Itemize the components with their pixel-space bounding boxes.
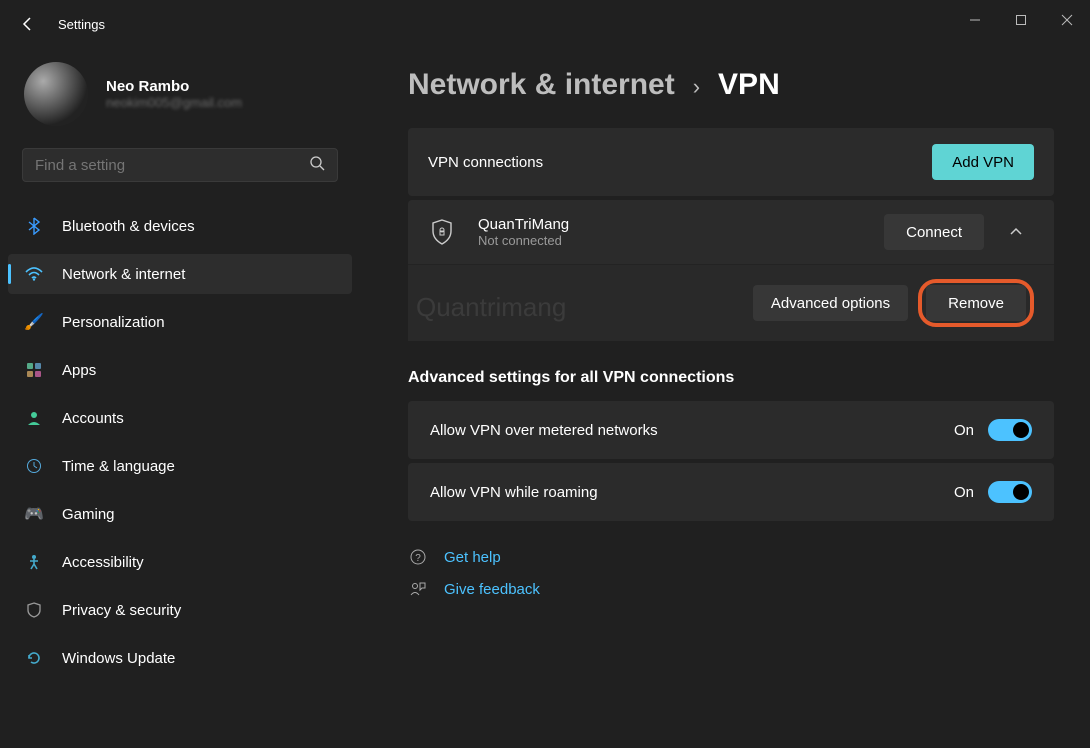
vpn-connections-label: VPN connections [428, 154, 543, 171]
toggle-vpn-roaming: Allow VPN while roaming On [408, 463, 1054, 521]
window-controls [952, 0, 1090, 40]
shield-icon [24, 600, 44, 620]
sidebar-item-update[interactable]: Windows Update [8, 638, 352, 678]
vpn-connections-card: VPN connections Add VPN [408, 128, 1054, 196]
breadcrumb-current: VPN [718, 68, 780, 102]
search-box[interactable] [22, 148, 338, 182]
remove-highlight: Remove [918, 279, 1034, 327]
sidebar-item-label: Apps [62, 362, 96, 379]
connection-status: Not connected [478, 233, 569, 248]
update-icon [24, 648, 44, 668]
sidebar-item-accounts[interactable]: Accounts [8, 398, 352, 438]
vpn-connection-item: QuanTriMang Not connected Connect Quantr… [408, 200, 1054, 341]
help-icon: ? [408, 547, 428, 567]
sidebar-item-bluetooth[interactable]: Bluetooth & devices [8, 206, 352, 246]
sidebar-item-label: Bluetooth & devices [62, 218, 195, 235]
toggle-state: On [954, 422, 974, 439]
user-name: Neo Rambo [106, 78, 242, 95]
connect-button[interactable]: Connect [884, 214, 984, 250]
feedback-label: Give feedback [444, 581, 540, 598]
help-links: ? Get help Give feedback [408, 547, 1054, 599]
help-label: Get help [444, 549, 501, 566]
breadcrumb: Network & internet › VPN [408, 68, 1054, 102]
arrow-left-icon [20, 16, 36, 32]
sidebar-item-label: Time & language [62, 458, 175, 475]
toggle-vpn-metered: Allow VPN over metered networks On [408, 401, 1054, 459]
wifi-icon [24, 264, 44, 284]
sidebar-item-apps[interactable]: Apps [8, 350, 352, 390]
toggle-label: Allow VPN while roaming [430, 484, 598, 501]
toggle-state: On [954, 484, 974, 501]
toggle-label: Allow VPN over metered networks [430, 422, 658, 439]
vpn-shield-icon [428, 218, 456, 246]
sidebar-item-label: Gaming [62, 506, 115, 523]
sidebar-item-time-language[interactable]: Time & language [8, 446, 352, 486]
person-icon [24, 408, 44, 428]
collapse-button[interactable] [998, 214, 1034, 250]
maximize-icon [1015, 14, 1027, 26]
accessibility-icon [24, 552, 44, 572]
svg-text:?: ? [415, 553, 421, 564]
avatar [24, 62, 88, 126]
toggle-switch[interactable] [988, 481, 1032, 503]
chevron-right-icon: › [693, 74, 700, 100]
brush-icon: 🖌️ [24, 312, 44, 332]
connection-name: QuanTriMang [478, 216, 569, 233]
search-input[interactable] [35, 157, 309, 174]
bluetooth-icon [24, 216, 44, 236]
window-title: Settings [58, 17, 105, 32]
minimize-button[interactable] [952, 0, 998, 40]
sidebar-item-label: Network & internet [62, 266, 185, 283]
toggle-switch[interactable] [988, 419, 1032, 441]
sidebar-item-network[interactable]: Network & internet [8, 254, 352, 294]
breadcrumb-parent[interactable]: Network & internet [408, 68, 675, 102]
sidebar-item-label: Accounts [62, 410, 124, 427]
user-profile[interactable]: Neo Rambo neokim005@gmail.com [0, 56, 360, 148]
watermark: Quantrimang [416, 292, 566, 323]
sidebar-item-label: Accessibility [62, 554, 144, 571]
globe-clock-icon [24, 456, 44, 476]
close-icon [1061, 14, 1073, 26]
get-help-link[interactable]: ? Get help [408, 547, 1054, 567]
sidebar-item-label: Windows Update [62, 650, 175, 667]
advanced-options-button[interactable]: Advanced options [753, 285, 908, 321]
back-button[interactable] [16, 12, 40, 36]
add-vpn-button[interactable]: Add VPN [932, 144, 1034, 180]
sidebar-item-label: Personalization [62, 314, 165, 331]
give-feedback-link[interactable]: Give feedback [408, 579, 1054, 599]
user-email: neokim005@gmail.com [106, 95, 242, 110]
advanced-section-title: Advanced settings for all VPN connection… [408, 369, 1054, 387]
close-button[interactable] [1044, 0, 1090, 40]
feedback-icon [408, 579, 428, 599]
sidebar-item-label: Privacy & security [62, 602, 181, 619]
remove-button[interactable]: Remove [926, 285, 1026, 321]
sidebar-item-accessibility[interactable]: Accessibility [8, 542, 352, 582]
nav-list: Bluetooth & devices Network & internet 🖌… [0, 206, 360, 678]
sidebar-item-privacy[interactable]: Privacy & security [8, 590, 352, 630]
minimize-icon [969, 14, 981, 26]
sidebar-item-gaming[interactable]: 🎮 Gaming [8, 494, 352, 534]
apps-icon [24, 360, 44, 380]
sidebar-item-personalization[interactable]: 🖌️ Personalization [8, 302, 352, 342]
maximize-button[interactable] [998, 0, 1044, 40]
titlebar: Settings [0, 0, 1090, 48]
search-icon [309, 155, 325, 176]
gamepad-icon: 🎮 [24, 504, 44, 524]
content-area: Network & internet › VPN VPN connections… [360, 48, 1090, 748]
sidebar: Neo Rambo neokim005@gmail.com Bluetooth … [0, 48, 360, 748]
chevron-up-icon [1009, 225, 1023, 239]
